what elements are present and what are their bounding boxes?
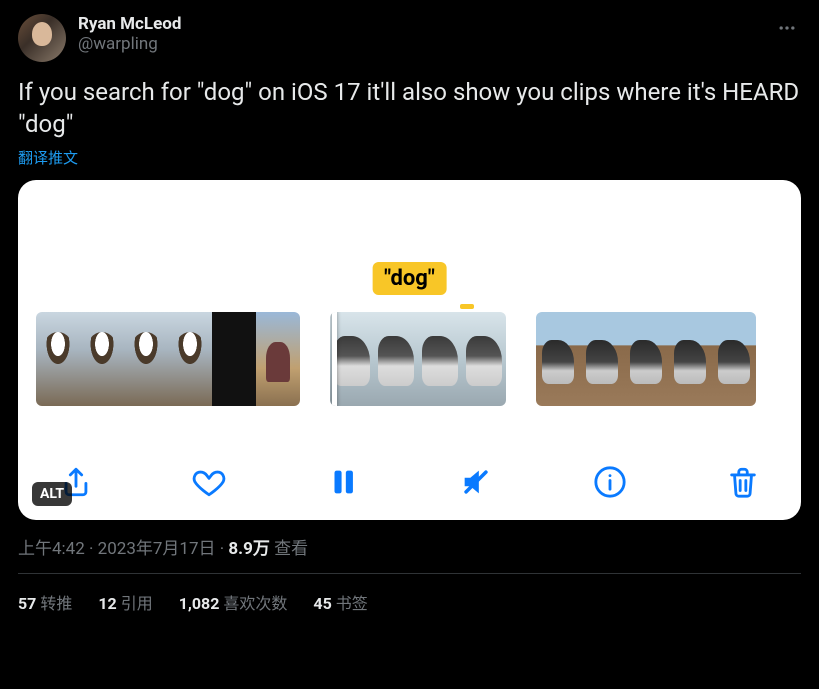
video-frame (462, 312, 506, 406)
clip-group-2[interactable] (330, 312, 506, 406)
views-count: 8.9万 (228, 539, 269, 559)
heart-icon[interactable] (189, 462, 229, 502)
media-card[interactable]: "dog" (18, 180, 801, 520)
handle: @warpling (78, 34, 761, 54)
video-frame (712, 312, 756, 406)
avatar[interactable] (18, 14, 66, 62)
video-frame (168, 312, 212, 406)
views-label: 查看 (274, 539, 308, 559)
search-term-badge: "dog" (372, 262, 447, 295)
video-frame (256, 312, 300, 406)
tweet-header: Ryan McLeod @warpling (18, 14, 801, 62)
video-frame (624, 312, 668, 406)
video-frame (580, 312, 624, 406)
video-frame (668, 312, 712, 406)
mute-icon[interactable] (456, 462, 496, 502)
video-frame (36, 312, 80, 406)
video-frame (418, 312, 462, 406)
tweet-time: 上午4:42 (18, 539, 85, 559)
video-timeline[interactable] (18, 312, 801, 406)
video-frame (374, 312, 418, 406)
tweet-container: Ryan McLeod @warpling If you search for … (0, 0, 819, 630)
tweet-stats: 57转推 12引用 1,082喜欢次数 45书签 (18, 574, 801, 630)
video-frame (536, 312, 580, 406)
scrubber-handle[interactable] (332, 312, 337, 406)
video-frame (80, 312, 124, 406)
trash-icon[interactable] (723, 462, 763, 502)
pause-icon[interactable] (323, 462, 363, 502)
media-toolbar (18, 462, 801, 502)
clip-group-1[interactable] (36, 312, 300, 406)
likes-stat[interactable]: 1,082喜欢次数 (179, 590, 288, 614)
tweet-meta[interactable]: 上午4:42 · 2023年7月17日 · 8.9万 查看 (18, 534, 801, 574)
translate-link[interactable]: 翻译推文 (18, 147, 78, 168)
video-frame (124, 312, 168, 406)
retweets-stat[interactable]: 57转推 (18, 590, 72, 614)
alt-badge[interactable]: ALT (32, 482, 72, 506)
info-icon[interactable] (590, 462, 630, 502)
bookmarks-stat[interactable]: 45书签 (313, 590, 367, 614)
tweet-text: If you search for "dog" on iOS 17 it'll … (18, 76, 801, 141)
clip-group-3[interactable] (536, 312, 756, 406)
author-names[interactable]: Ryan McLeod @warpling (78, 14, 761, 55)
more-icon[interactable] (773, 14, 801, 46)
video-frame (212, 312, 256, 406)
display-name: Ryan McLeod (78, 14, 761, 34)
tweet-date: 2023年7月17日 (98, 539, 216, 559)
timeline-marker (460, 304, 474, 309)
quotes-stat[interactable]: 12引用 (98, 590, 152, 614)
